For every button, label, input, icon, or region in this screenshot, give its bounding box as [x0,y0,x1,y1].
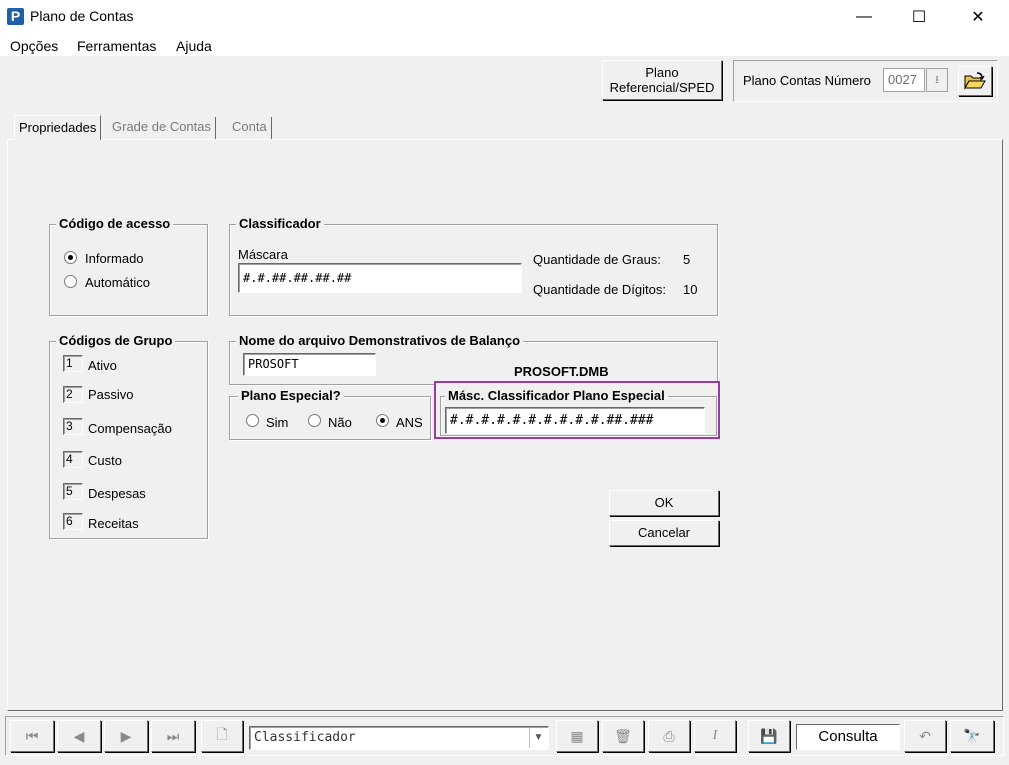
next-record-icon: ▶ [120,727,132,744]
window-title: Plano de Contas [30,8,134,24]
grupo-label: Receitas [88,516,139,531]
radio-ans-indicator [376,414,389,427]
italic-i-icon: I [712,728,718,743]
menu-opcoes[interactable]: Opções [10,38,58,54]
close-button[interactable]: ✕ [955,0,1001,34]
plano-numero-dropdown[interactable]: ⭳ [926,68,948,92]
grupo-code-field[interactable]: 2 [63,386,83,403]
grupo-label: Custo [88,453,122,468]
printer-icon: ⎙ [663,727,675,744]
demonstrativos-title: Nome do arquivo Demonstrativos de Balanç… [236,333,524,348]
edit-button[interactable]: I [694,720,736,752]
radio-sim-indicator [246,414,259,427]
close-icon: ✕ [971,9,985,26]
plano-referencial-sped-button[interactable]: Plano Referencial/SPED [602,60,722,100]
codigo-acesso-group [49,224,208,316]
binoculars-icon: 🔭 [963,727,981,744]
radio-sim[interactable]: Sim [246,414,296,430]
classificador-title: Classificador [236,216,324,231]
arrow-down-icon: ⭳ [935,74,939,86]
mascara-input[interactable]: #.#.##.##.##.## [238,263,522,293]
grupo-code-field[interactable]: 6 [63,513,83,530]
chevron-down-icon: ▼ [533,732,544,743]
prev-record-icon: ◀ [73,727,85,744]
last-record-icon: ⏭ [166,727,180,744]
save-button[interactable]: 💾 [748,720,790,752]
tab-conta[interactable]: Conta [228,117,272,139]
digitos-value: 10 [683,282,698,297]
field-select-dropdown[interactable]: ▼ [529,728,547,748]
codigos-grupo-title: Códigos de Grupo [56,333,176,348]
plano-numero-field[interactable]: 0027 [883,68,925,92]
maximize-button[interactable]: ☐ [896,0,942,34]
first-record-icon: ⏮ [25,727,39,744]
radio-informado[interactable]: Informado [64,251,184,267]
radio-automatico-label: Automático [85,275,151,290]
filter-button[interactable]: ▦ [556,720,598,752]
grupo-code-field[interactable]: 4 [63,451,83,468]
field-select[interactable]: Classificador [249,726,549,750]
radio-ans-label: ANS [396,415,423,430]
clear-button[interactable]: 🗑 [602,720,644,752]
radio-ans[interactable]: ANS [376,414,426,430]
open-folder-button[interactable] [958,66,992,96]
search-button[interactable]: 🔭 [950,720,994,752]
sped-label-line1: Plano [645,65,679,80]
prev-record-button[interactable]: ◀ [57,720,101,752]
maximize-icon: ☐ [911,9,927,26]
filter-document-icon: ▦ [570,727,584,744]
grupo-code-field[interactable]: 3 [63,418,83,435]
radio-automatico-indicator [64,275,77,288]
plano-numero-label: Plano Contas Número [743,73,871,88]
radio-informado-label: Informado [85,251,144,266]
demonstrativos-file: PROSOFT.DMB [514,364,609,379]
menu-ajuda[interactable]: Ajuda [176,38,212,54]
plano-especial-title: Plano Especial? [238,388,344,403]
grupo-code-field[interactable]: 5 [63,483,83,500]
grupo-label: Compensação [88,421,172,436]
tab-grade-de-contas[interactable]: Grade de Contas [108,117,217,139]
radio-automatico[interactable]: Automático [64,275,184,291]
cancel-button[interactable]: Cancelar [609,520,719,546]
save-disk-icon: 💾 [760,727,778,744]
document-icon: 🗋 [216,726,228,742]
undo-button[interactable]: ↶ [904,720,946,752]
new-document-button[interactable]: 🗋 [201,720,243,752]
grupo-label: Ativo [88,358,117,373]
menu-ferramentas[interactable]: Ferramentas [77,38,156,54]
grupo-label: Despesas [88,486,146,501]
undo-icon: ↶ [919,727,931,744]
radio-informado-indicator [64,251,77,264]
first-record-button[interactable]: ⏮ [10,720,54,752]
grupo-code-field[interactable]: 1 [63,355,83,372]
next-record-button[interactable]: ▶ [104,720,148,752]
masc-especial-input[interactable]: #.#.#.#.#.#.#.#.#.#.##.### [445,407,705,434]
minimize-button[interactable]: — [841,0,887,34]
graus-label: Quantidade de Graus: [533,252,661,267]
minimize-icon: — [856,8,872,25]
graus-value: 5 [683,252,691,267]
radio-nao-indicator [308,414,321,427]
radio-nao[interactable]: Não [308,414,358,430]
app-icon: P [7,8,24,25]
grupo-label: Passivo [88,387,134,402]
trash-icon: 🗑 [614,727,632,744]
digitos-label: Quantidade de Dígitos: [533,282,666,297]
demonstrativos-input[interactable]: PROSOFT [243,353,376,376]
ok-button[interactable]: OK [609,490,719,516]
last-record-button[interactable]: ⏭ [151,720,195,752]
mode-indicator: Consulta [796,724,900,750]
mascara-label: Máscara [238,247,288,262]
sped-label-line2: Referencial/SPED [609,80,715,95]
print-button[interactable]: ⎙ [648,720,690,752]
tab-propriedades[interactable]: Propriedades [14,115,102,140]
folder-open-icon [964,72,986,90]
codigo-acesso-title: Código de acesso [56,216,174,231]
masc-especial-title: Másc. Classificador Plano Especial [445,388,668,403]
radio-nao-label: Não [328,415,352,430]
radio-sim-label: Sim [266,415,289,430]
